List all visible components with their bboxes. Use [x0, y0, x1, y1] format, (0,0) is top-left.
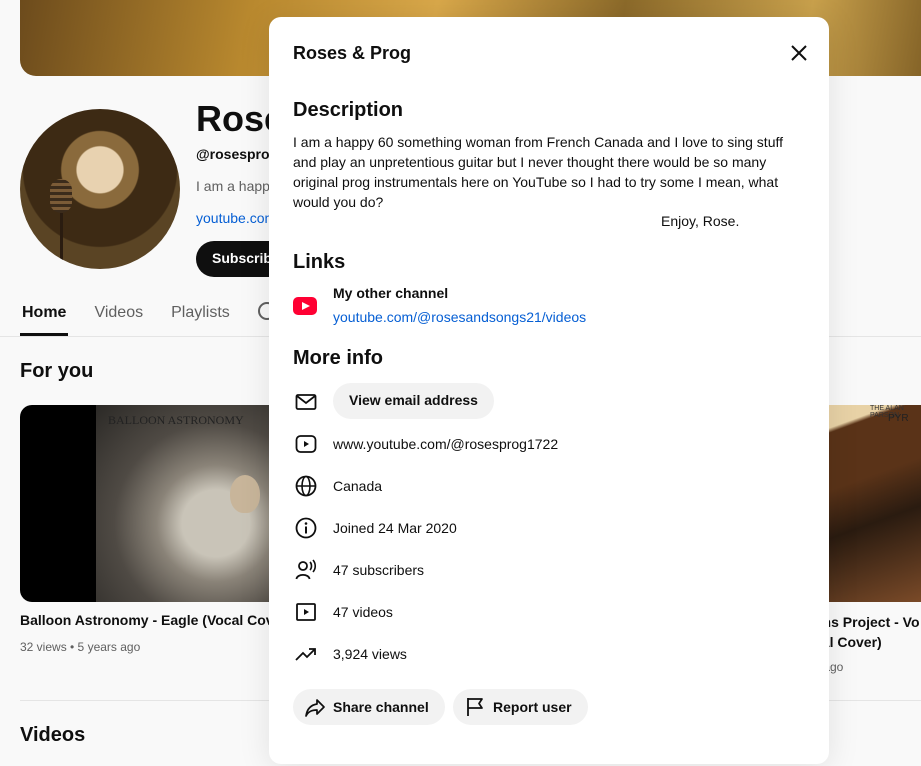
channel-description-snippet[interactable]: I am a happ [196, 178, 270, 194]
channel-url[interactable]: www.youtube.com/@rosesprog1722 [333, 436, 558, 452]
share-channel-button[interactable]: Share channel [293, 689, 445, 725]
section-title-for-you: For you [20, 360, 94, 382]
mail-icon [293, 389, 319, 415]
youtube-icon [293, 297, 317, 315]
views-text: 3,924 views [333, 646, 407, 662]
dialog-title: Roses & Prog [293, 43, 412, 63]
microphone-image [50, 179, 72, 213]
close-icon [791, 45, 807, 61]
description-text: I am a happy 60 something woman from Fre… [293, 134, 784, 210]
info-row-joined: Joined 24 Mar 2020 [293, 513, 793, 543]
share-channel-label: Share channel [333, 699, 429, 715]
video-thumbnail[interactable]: BALLOON ASTRONOMY [20, 405, 280, 602]
report-user-button[interactable]: Report user [453, 689, 588, 725]
tab-home[interactable]: Home [20, 290, 69, 336]
tab-playlists[interactable]: Playlists [169, 290, 232, 336]
description-heading: Description [293, 99, 404, 121]
report-user-label: Report user [493, 699, 572, 715]
info-row-views: 3,924 views [293, 639, 793, 669]
thumbnail-text: PYR [888, 413, 909, 424]
link-url[interactable]: youtube.com/@rosesandsongs21/videos [333, 309, 586, 325]
balloon-image [230, 475, 260, 513]
video-meta: 32 views • 5 years ago [20, 640, 141, 654]
channel-avatar[interactable] [20, 109, 180, 269]
more-info-heading: More info [293, 347, 383, 369]
close-button[interactable] [783, 37, 815, 69]
view-email-button[interactable]: View email address [333, 383, 494, 419]
thumbnail-text: BALLOON ASTRONOMY [108, 413, 244, 427]
links-heading: Links [293, 251, 346, 273]
info-row-subscribers: 47 subscribers [293, 555, 793, 585]
subscribers-text: 47 subscribers [333, 562, 425, 578]
country-text: Canada [333, 478, 383, 494]
tab-videos[interactable]: Videos [92, 290, 145, 336]
info-row-url: www.youtube.com/@rosesprog1722 [293, 429, 793, 459]
flag-icon [467, 698, 483, 716]
globe-icon [293, 473, 319, 499]
section-title-videos: Videos [20, 724, 86, 746]
videos-count-text: 47 videos [333, 604, 393, 620]
info-icon [293, 515, 319, 541]
info-row-videos: 47 videos [293, 597, 793, 627]
video-title[interactable]: ons Project - Vo cal Cover) [814, 612, 921, 652]
link-title: My other channel [333, 285, 449, 301]
play-circle-icon [293, 431, 319, 457]
video-icon [293, 599, 319, 625]
share-icon [305, 699, 325, 717]
trending-icon [293, 641, 319, 667]
channel-handle: @rosesprog [196, 146, 279, 162]
joined-text: Joined 24 Mar 2020 [333, 520, 457, 536]
description-signoff: Enjoy, Rose. [661, 213, 740, 229]
video-title[interactable]: Balloon Astronomy - Eagle (Vocal Cover) [20, 612, 270, 628]
about-dialog: Roses & Prog Description I am a happy 60… [269, 17, 829, 764]
subscribers-icon [293, 557, 319, 583]
channel-link-snippet[interactable]: youtube.com [196, 210, 276, 226]
channel-tabs: Home Videos Playlists [20, 290, 232, 336]
microphone-stand [60, 213, 63, 269]
info-row-country: Canada [293, 471, 793, 501]
